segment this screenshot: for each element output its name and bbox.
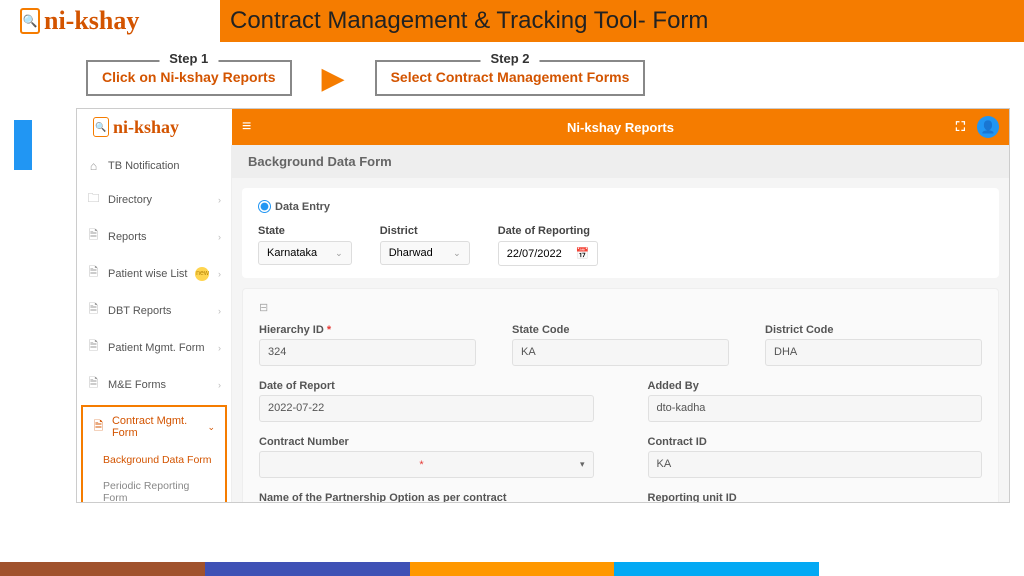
hamburger-icon[interactable]: ≡ [242,118,251,136]
state-label: State [258,225,352,237]
date-reporting-input[interactable]: 22/07/2022📅 [498,241,599,266]
sidebar-item-dbt-reports[interactable]: 🗎DBT Reports› [77,292,231,329]
chevron-down-icon: ⌄ [207,422,215,433]
added-by-label: Added By [648,380,983,392]
step-2-label: Step 2 [480,51,539,66]
hierarchy-id-input[interactable]: 324 [259,339,476,366]
contract-number-select[interactable]: *▾ [259,451,594,478]
list-icon: 🗎 [87,263,100,284]
state-code-input[interactable]: KA [512,339,729,366]
date-reporting-label: Date of Reporting [498,225,599,237]
sidebar-subitem-background-data[interactable]: Background Data Form [83,447,225,473]
sidebar-item-reports[interactable]: 🗎Reports› [77,218,231,255]
chevron-right-icon: › [218,195,221,205]
reporting-unit-label: Reporting unit ID [648,492,983,502]
folder-icon: 🗀 [87,189,100,210]
state-select[interactable]: Karnataka⌄ [258,241,352,265]
sidebar-item-patient-mgmt[interactable]: 🗎Patient Mgmt. Form› [77,329,231,366]
data-entry-radio-input[interactable] [258,200,271,213]
sidebar-item-tb-notification[interactable]: ⌂TB Notification [77,151,231,181]
app-window: 🔍 ni-kshay ≡ Ni-kshay Reports ⛶ 👤 ⌂TB No… [76,108,1010,503]
step-1-box: Step 1 Click on Ni-kshay Reports [86,60,292,96]
brand-logo: 🔍 ni-kshay [0,0,220,42]
form-icon: 🗎 [93,417,104,438]
search-device-icon: 🔍 [20,8,40,34]
footer-stripes [0,562,1024,576]
form-icon: 🗎 [87,374,100,395]
contract-id-input[interactable]: KA [648,451,983,478]
sidebar-subitem-periodic-reporting[interactable]: Periodic Reporting Form [83,473,225,503]
step-2-box: Step 2 Select Contract Management Forms [375,60,646,96]
contract-number-label: Contract Number [259,436,594,448]
document-icon: 🗎 [87,226,100,247]
highlighted-menu-box: 🗎Contract Mgmt. Form⌄ Background Data Fo… [81,405,227,503]
chevron-right-icon: › [218,380,221,390]
district-select[interactable]: Dharwad⌄ [380,241,470,265]
user-avatar-icon[interactable]: 👤 [977,116,999,138]
sidebar-item-patient-list[interactable]: 🗎Patient wise Listnew› [77,255,231,292]
date-of-report-label: Date of Report [259,380,594,392]
content-area: Background Data Form Data Entry State Ka… [232,145,1009,502]
step-2-text: Select Contract Management Forms [391,68,630,86]
app-logo: 🔍 ni-kshay [77,109,232,145]
collapse-icon[interactable]: ⊟ [259,301,982,314]
expand-icon[interactable]: ⛶ [956,119,965,135]
steps-row: Step 1 Click on Ni-kshay Reports ▶ Step … [0,42,1024,108]
home-icon: ⌂ [87,159,100,173]
state-code-label: State Code [512,324,729,336]
contract-id-label: Contract ID [648,436,983,448]
step-1-label: Step 1 [159,51,218,66]
page-title: Background Data Form [232,145,1009,178]
search-device-icon: 🔍 [93,117,109,137]
form-icon: 🗎 [87,337,100,358]
added-by-input[interactable]: dto-kadha [648,395,983,422]
accent-bar [14,120,32,170]
arrow-right-icon: ▶ [322,61,345,96]
document-icon: 🗎 [87,300,100,321]
chevron-right-icon: › [218,269,221,279]
chevron-right-icon: › [218,232,221,242]
district-label: District [380,225,470,237]
form-card: ⊟ Hierarchy ID * 324 State Code KA Distr… [242,288,999,502]
slide-title: Contract Management & Tracking Tool- For… [220,0,1024,42]
slide-header: 🔍 ni-kshay Contract Management & Trackin… [0,0,1024,42]
data-entry-radio[interactable]: Data Entry [258,200,983,213]
sidebar-item-contract-mgmt[interactable]: 🗎Contract Mgmt. Form⌄ [83,407,225,447]
chevron-down-icon: ⌄ [453,248,461,259]
app-header: 🔍 ni-kshay ≡ Ni-kshay Reports ⛶ 👤 [77,109,1009,145]
step-1-text: Click on Ni-kshay Reports [102,68,276,86]
chevron-right-icon: › [218,343,221,353]
partnership-label: Name of the Partnership Option as per co… [259,492,594,502]
district-code-input[interactable]: DHA [765,339,982,366]
date-of-report-input[interactable]: 2022-07-22 [259,395,594,422]
app-title-bar: ≡ Ni-kshay Reports ⛶ 👤 [232,109,1009,145]
new-badge-icon: new [195,267,209,281]
district-code-label: District Code [765,324,982,336]
chevron-right-icon: › [218,306,221,316]
calendar-icon: 📅 [576,247,590,260]
filter-card: Data Entry State Karnataka⌄ District Dha… [242,188,999,278]
hierarchy-id-label: Hierarchy ID * [259,324,476,336]
app-title: Ni-kshay Reports [567,120,674,135]
sidebar: ⌂TB Notification 🗀Directory› 🗎Reports› 🗎… [77,145,232,502]
chevron-down-icon: ⌄ [335,248,343,259]
sidebar-item-me-forms[interactable]: 🗎M&E Forms› [77,366,231,403]
sidebar-item-directory[interactable]: 🗀Directory› [77,181,231,218]
chevron-down-icon: ▾ [580,459,585,470]
